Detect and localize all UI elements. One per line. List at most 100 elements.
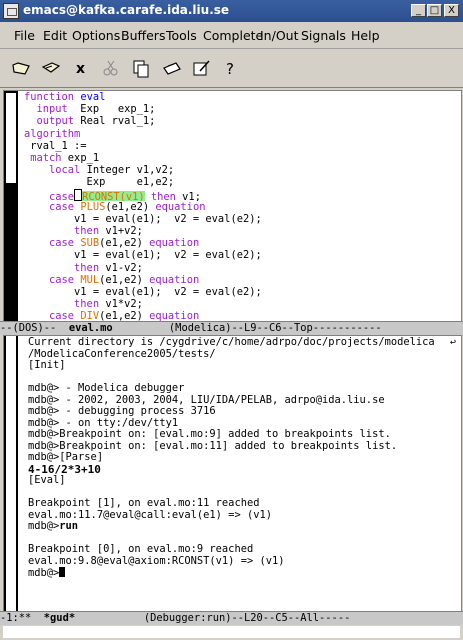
output-line: mdb@> - 2002, 2003, 2004, LIU/IDA/PELAB,… [28,395,458,407]
code-text: v1 = eval(e1); v2 = eval(e2); [24,286,262,298]
code-line[interactable]: v1 = eval(e1); v2 = eval(e2); [24,249,459,261]
keyword-token: case [49,200,75,213]
debugger-pane[interactable]: Current directory is /cygdrive/c/home/ad… [3,335,462,613]
code-line[interactable]: rval_1 := [24,140,459,152]
menu-signals[interactable]: Signals [301,28,346,43]
editor-mode-line: --(DOS)-- eval.mo (Modelica)--L9--C6--To… [0,321,463,335]
output-line: mdb@> - on tty:/dev/tty1 [28,418,458,430]
code-line[interactable]: then v1-v2; [24,262,459,274]
keyword-token: case [49,237,75,250]
editor-scrollbar[interactable] [4,91,18,322]
menu-file[interactable]: File [14,28,35,43]
prompt-cursor[interactable] [59,567,66,577]
menu-edit[interactable]: Edit [43,28,67,43]
code-text: (e1,e2) [99,237,150,250]
code-line[interactable]: match exp_1 [24,152,459,164]
output-text: mdb@>Breakpoint on: [eval.mo:11] added t… [28,440,398,452]
constructor-token: PLUS [80,200,106,213]
code-text: v1 = eval(e1); v2 = eval(e2); [24,249,262,262]
code-text: v1; [175,190,201,201]
output-text: /ModelicaConference2005/tests/ [28,348,216,360]
output-text: [Eval] [28,475,66,486]
keyword-token: then [74,261,100,274]
open-file-icon[interactable] [40,57,62,79]
output-text: 4-16/2*3+10 [28,463,101,475]
debugger-scrollbar[interactable] [4,336,18,612]
keyword-token: then [74,225,100,238]
output-line: mdb@>[Parse] [28,452,458,464]
code-text: v1*v2; [99,298,143,311]
code-line[interactable]: input Exp exp_1; [24,103,459,115]
code-line[interactable]: case SUB(e1,e2) equation [24,237,459,249]
code-line[interactable]: then v1+v2; [24,225,459,237]
output-text: mdb@> [28,521,60,532]
output-line: mdb@>Breakpoint on: [eval.mo:11] added t… [28,441,458,453]
code-text: (e1,e2) [105,200,156,213]
minibuffer[interactable] [3,626,460,638]
menu-bar: File Edit Options Buffers Tools Complete… [0,24,463,49]
close-button[interactable]: X [444,4,459,17]
output-text: mdb@> - on tty:/dev/tty1 [28,417,179,429]
code-line[interactable]: case MUL(e1,e2) equation [24,274,459,286]
app-window-icon[interactable] [3,3,19,19]
menu-buffers[interactable]: Buffers [121,28,165,43]
code-line[interactable]: case RCONST(v1) then v1; [24,188,459,201]
output-text: eval.mo:9.8@eval@axiom:RCONST(v1) => (v1… [28,555,285,567]
code-line[interactable]: v1 = eval(e1); v2 = eval(e2); [24,213,459,225]
minimize-button[interactable]: _ [411,4,426,17]
highlighted-token: RCONST(v1) [82,190,145,201]
output-text: mdb@> - Modelica debugger [28,383,185,394]
maximize-button[interactable]: □ [427,4,442,17]
code-text: Exp e1,e2; [24,176,175,189]
source-code[interactable]: function eval input Exp exp_1; output Re… [24,91,459,322]
code-text: Integer v1,v2; [80,164,175,177]
user-command: run [59,521,79,532]
code-line[interactable]: function eval [24,91,459,103]
editor-scroll-thumb[interactable] [6,93,16,183]
copy-icon[interactable] [130,57,152,79]
cut-icon[interactable] [100,57,122,79]
close-x-icon[interactable]: x [70,57,92,79]
menu-complete[interactable]: Complete [203,28,263,43]
code-line[interactable]: then v1*v2; [24,298,459,310]
print-icon[interactable] [160,57,182,79]
keyword-token: then [150,190,176,201]
line-wrap-icon: ↩ [449,337,456,348]
debugger-output[interactable]: Current directory is /cygdrive/c/home/ad… [28,337,458,579]
help-icon[interactable]: ? [220,57,242,79]
menu-options[interactable]: Options [72,28,120,43]
output-line: 4-16/2*3+10 [28,464,458,476]
code-line[interactable]: case PLUS(e1,e2) equation [24,201,459,213]
code-line[interactable]: algorithm [24,128,459,140]
output-line: eval.mo:11.7@eval@call:eval(e1) => (v1) [28,510,458,522]
output-text: mdb@> - 2002, 2003, 2004, LIU/IDA/PELAB,… [28,394,385,406]
code-line[interactable]: Exp e1,e2; [24,176,459,188]
code-line[interactable]: output Real rval_1; [24,115,459,127]
menu-in-out[interactable]: In/Out [260,28,298,43]
keyword-token: input [36,103,68,116]
code-text: Real rval_1; [74,115,156,128]
menu-help[interactable]: Help [351,28,380,43]
output-line: mdb@>run [28,521,458,533]
output-line: Breakpoint [0], on eval.mo:9 reached [28,544,458,556]
keyword-token: local [49,164,81,177]
debugger-scroll-thumb[interactable] [6,336,16,612]
code-text: v1 = eval(e1); v2 = eval(e2); [24,212,262,225]
edit-icon[interactable] [190,57,212,79]
code-text: (e1,e2) [99,273,150,286]
keyword-token: equation [149,273,200,286]
source-editor-pane[interactable]: function eval input Exp exp_1; output Re… [3,90,462,323]
keyword-token: function [24,91,81,103]
menu-tools[interactable]: Tools [166,28,197,43]
output-text: eval.mo:11.7@eval@call:eval(e1) => (v1) [28,509,272,521]
output-line: mdb@> - debugging process 3716 [28,406,458,418]
code-line[interactable]: local Integer v1,v2; [24,164,459,176]
keyword-token: case [49,190,75,201]
code-line[interactable]: v1 = eval(e1); v2 = eval(e2); [24,286,459,298]
output-text: Current directory is /cygdrive/c/home/ad… [28,337,435,348]
keyword-token: case [49,273,75,286]
open-folder-icon[interactable] [10,57,32,79]
